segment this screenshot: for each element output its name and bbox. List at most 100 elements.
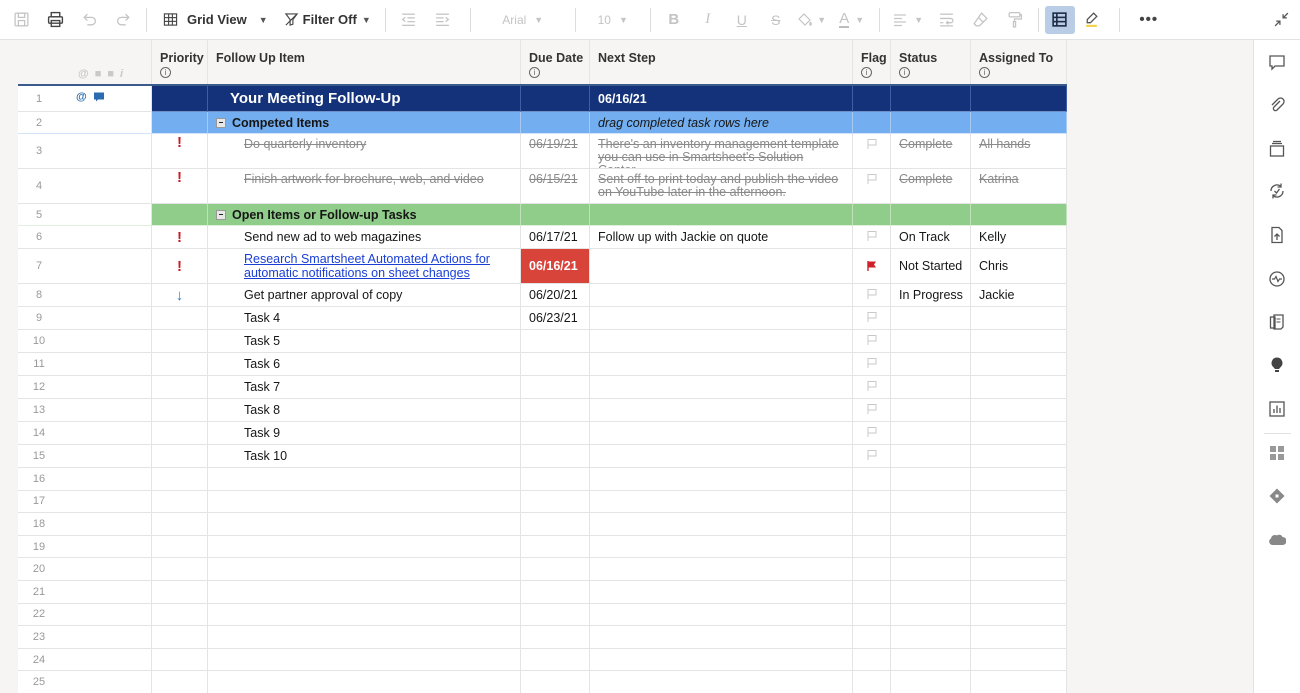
cell-due[interactable] — [521, 445, 590, 468]
bold-button[interactable]: B — [657, 6, 691, 34]
cell-item[interactable] — [208, 558, 521, 581]
cell-due[interactable] — [521, 513, 590, 536]
strikethrough-button[interactable]: S — [759, 6, 793, 34]
cell-next[interactable] — [590, 307, 853, 330]
flag-off-icon[interactable] — [861, 288, 882, 300]
column-header-due[interactable]: Due Date i — [521, 40, 590, 84]
cell-flag[interactable] — [853, 226, 891, 249]
comment-icon[interactable] — [93, 91, 105, 106]
task-link[interactable]: Research Smartsheet Automated Actions fo… — [244, 252, 512, 280]
row-number-cell[interactable]: 14 — [18, 422, 152, 445]
connectors-panel-button[interactable] — [1266, 487, 1288, 509]
cell-status[interactable]: Complete — [891, 134, 971, 169]
info-icon[interactable]: i — [529, 67, 540, 78]
cell-priority[interactable] — [152, 558, 208, 581]
cell-next[interactable] — [590, 204, 853, 226]
cell-assigned[interactable] — [971, 535, 1067, 559]
cell-assigned[interactable]: Jackie — [971, 284, 1067, 307]
collapse-view-button[interactable] — [1264, 6, 1298, 34]
cell-flag[interactable] — [853, 112, 891, 134]
cell-item[interactable] — [208, 626, 521, 649]
flag-off-icon[interactable] — [861, 403, 882, 415]
cell-status[interactable]: On Track — [891, 226, 971, 249]
cell-assigned[interactable]: Chris — [971, 249, 1067, 284]
cell-assigned[interactable] — [971, 468, 1067, 491]
flag-off-icon[interactable] — [861, 311, 882, 323]
cell-next[interactable] — [590, 422, 853, 445]
column-header-next[interactable]: Next Step — [590, 40, 853, 84]
cell-item[interactable] — [208, 671, 521, 693]
cell-item[interactable]: Your Meeting Follow-Up — [208, 86, 521, 112]
undo-button[interactable] — [72, 6, 106, 34]
ideas-panel-button[interactable] — [1266, 356, 1288, 378]
info-icon[interactable]: i — [899, 67, 910, 78]
row-number-cell[interactable]: 11 — [18, 353, 152, 376]
cell-status[interactable]: Complete — [891, 169, 971, 204]
row-number-cell[interactable]: 21 — [18, 580, 152, 604]
cell-next[interactable] — [590, 648, 853, 672]
cell-assigned[interactable]: Katrina — [971, 169, 1067, 204]
row-number-cell[interactable]: 12 — [18, 376, 152, 399]
cell-assigned[interactable] — [971, 86, 1067, 112]
collapse-toggle-icon[interactable] — [216, 209, 226, 220]
cell-flag[interactable] — [853, 249, 891, 284]
cell-priority[interactable] — [152, 399, 208, 422]
cell-next[interactable] — [590, 513, 853, 536]
cell-item[interactable] — [208, 580, 521, 604]
cell-flag[interactable] — [853, 353, 891, 376]
cell-next[interactable] — [590, 558, 853, 581]
cell-assigned[interactable] — [971, 580, 1067, 604]
print-button[interactable] — [38, 6, 72, 34]
flag-on-icon[interactable] — [861, 260, 882, 272]
cell-priority[interactable] — [152, 580, 208, 604]
conversations-panel-button[interactable] — [1266, 53, 1288, 75]
cell-flag[interactable] — [853, 204, 891, 226]
cell-item[interactable]: Open Items or Follow-up Tasks — [208, 204, 521, 226]
cell-item[interactable]: Task 7 — [208, 376, 521, 399]
cell-next[interactable] — [590, 353, 853, 376]
indent-button[interactable] — [426, 6, 460, 34]
cell-next[interactable] — [590, 490, 853, 514]
cell-status[interactable] — [891, 422, 971, 445]
cell-assigned[interactable] — [971, 648, 1067, 672]
cell-due[interactable] — [521, 558, 590, 581]
cell-item[interactable]: Finish artwork for brochure, web, and vi… — [208, 169, 521, 204]
cell-status[interactable]: Not Started — [891, 249, 971, 284]
cell-due[interactable] — [521, 490, 590, 514]
fill-color-dropdown[interactable]: ▼ — [793, 6, 831, 34]
cell-assigned[interactable] — [971, 204, 1067, 226]
cell-flag[interactable] — [853, 307, 891, 330]
flag-off-icon[interactable] — [861, 357, 882, 369]
cell-flag[interactable] — [853, 490, 891, 514]
cell-next[interactable]: 06/16/21 — [590, 86, 853, 112]
info-icon[interactable]: i — [160, 67, 171, 78]
cell-next[interactable] — [590, 399, 853, 422]
cell-item[interactable] — [208, 513, 521, 536]
cell-next[interactable] — [590, 535, 853, 559]
cell-priority[interactable]: ! — [152, 169, 208, 204]
cell-flag[interactable] — [853, 603, 891, 627]
attachment-icon[interactable]: @ — [76, 91, 87, 106]
cell-priority[interactable]: ! — [152, 249, 208, 284]
cell-item[interactable] — [208, 468, 521, 491]
cell-assigned[interactable]: Kelly — [971, 226, 1067, 249]
cell-priority[interactable] — [152, 671, 208, 693]
cell-assigned[interactable] — [971, 307, 1067, 330]
cell-flag[interactable] — [853, 422, 891, 445]
cell-next[interactable] — [590, 445, 853, 468]
cell-status[interactable] — [891, 671, 971, 693]
cell-assigned[interactable] — [971, 626, 1067, 649]
cell-status[interactable]: In Progress — [891, 284, 971, 307]
cell-status[interactable] — [891, 535, 971, 559]
align-dropdown[interactable]: ▼ — [886, 6, 930, 34]
cell-item[interactable] — [208, 490, 521, 514]
cell-flag[interactable] — [853, 580, 891, 604]
cell-status[interactable] — [891, 307, 971, 330]
row-number-cell[interactable]: 25 — [18, 671, 152, 693]
cell-flag[interactable] — [853, 169, 891, 204]
row-number-cell[interactable]: 16 — [18, 468, 152, 491]
cell-assigned[interactable] — [971, 603, 1067, 627]
cell-next[interactable] — [590, 284, 853, 307]
cell-next[interactable] — [590, 603, 853, 627]
cell-priority[interactable] — [152, 535, 208, 559]
